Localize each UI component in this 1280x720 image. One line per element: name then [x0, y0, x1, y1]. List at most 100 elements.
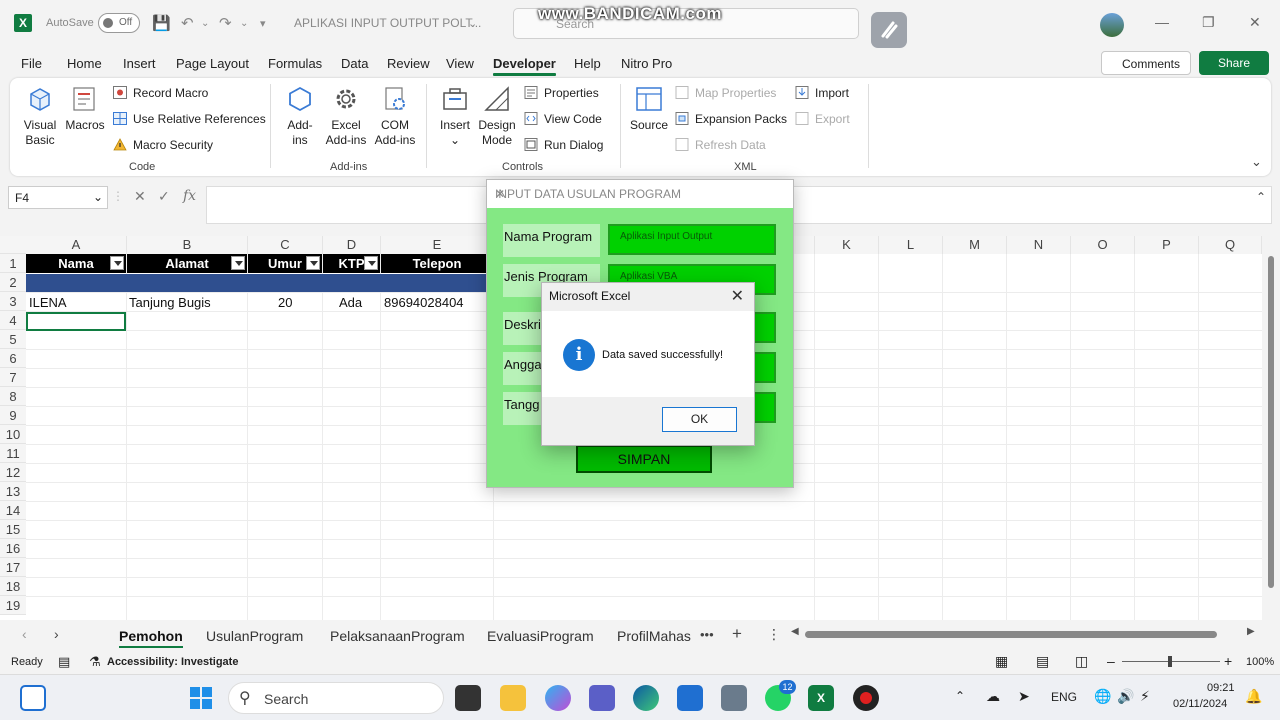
map-properties-button[interactable]: Map Properties — [675, 86, 776, 100]
filter-dropdown-icon[interactable] — [231, 256, 245, 270]
zoom-level[interactable]: 100% — [1246, 656, 1274, 668]
tab-view[interactable]: View — [446, 56, 474, 71]
accessibility-icon[interactable]: ⚗ — [89, 654, 101, 670]
volume-icon[interactable]: 🔊 — [1117, 688, 1134, 705]
row-header[interactable]: 2 — [0, 273, 26, 292]
show-hidden-icons-icon[interactable]: ⌃ — [955, 689, 965, 703]
file-explorer-icon[interactable] — [500, 685, 526, 711]
edge-browser-icon[interactable] — [633, 685, 659, 711]
microsoft-store-icon[interactable] — [677, 685, 703, 711]
ok-button[interactable]: OK — [662, 407, 737, 432]
cell-a3[interactable]: ILENA — [29, 293, 67, 312]
insert-function-icon[interactable]: fx — [183, 188, 196, 204]
close-icon[interactable]: ✕ — [1249, 14, 1261, 31]
sheet-tab-pemohon[interactable]: Pemohon — [119, 628, 183, 648]
copilot-icon[interactable] — [871, 12, 907, 48]
redo-dropdown-icon[interactable]: ⌄ — [240, 18, 248, 29]
column-header[interactable]: Q — [1199, 236, 1262, 254]
page-layout-view-icon[interactable]: ▤ — [1036, 653, 1049, 670]
insert-control-button[interactable]: Insert ⌄ — [436, 84, 474, 148]
accessibility-status[interactable]: Accessibility: Investigate — [107, 656, 238, 668]
xml-source-button[interactable]: Source — [627, 84, 671, 133]
cell-d3[interactable]: Ada — [339, 293, 362, 312]
select-all-corner[interactable] — [0, 236, 26, 254]
table-header-nama[interactable]: Nama — [26, 254, 126, 273]
macro-recording-icon[interactable]: ▤ — [58, 654, 70, 670]
cell-e3[interactable]: 89694028404 — [384, 293, 464, 312]
row-header[interactable]: 16 — [0, 539, 26, 558]
com-add-ins-button[interactable]: COM Add-ins — [372, 84, 418, 148]
language-indicator[interactable]: ENG — [1051, 690, 1077, 704]
export-button[interactable]: Export — [795, 112, 850, 126]
battery-icon[interactable]: ⚡ — [1140, 688, 1150, 705]
sheet-tab-evaluasiprogram[interactable]: EvaluasiProgram — [487, 628, 594, 644]
cloud-icon[interactable]: ☁ — [986, 688, 1000, 705]
row-header[interactable]: 6 — [0, 349, 26, 368]
calculator-icon[interactable] — [721, 685, 747, 711]
row-header[interactable]: 1 — [0, 254, 26, 273]
column-header[interactable]: B — [127, 236, 248, 254]
comments-button[interactable]: Comments — [1101, 51, 1191, 75]
column-header[interactable]: D — [323, 236, 381, 254]
use-relative-references-button[interactable]: Use Relative References — [113, 112, 266, 126]
tab-page-layout[interactable]: Page Layout — [176, 56, 249, 71]
row-header[interactable]: 3 — [0, 292, 26, 311]
add-ins-button[interactable]: Add- ins — [282, 84, 318, 148]
autosave-toggle[interactable]: Off — [98, 13, 140, 33]
row-header[interactable]: 13 — [0, 482, 26, 501]
confirm-entry-icon[interactable]: ✓ — [158, 188, 170, 205]
column-header[interactable]: P — [1135, 236, 1199, 254]
run-dialog-button[interactable]: Run Dialog — [524, 138, 603, 152]
normal-view-icon[interactable]: ▦ — [995, 653, 1008, 670]
column-header[interactable]: M — [943, 236, 1007, 254]
sheet-options-icon[interactable]: ⋮ — [767, 626, 781, 643]
globe-network-icon[interactable]: 🌐 — [1094, 688, 1111, 705]
clock-time[interactable]: 09:21 — [1207, 682, 1235, 694]
tab-home[interactable]: Home — [67, 56, 102, 71]
tab-nitro-pro[interactable]: Nitro Pro — [621, 56, 672, 71]
filter-dropdown-icon[interactable] — [364, 256, 378, 270]
record-macro-button[interactable]: Record Macro — [113, 86, 208, 100]
save-icon[interactable]: 💾 — [152, 14, 171, 32]
widgets-icon[interactable] — [20, 685, 46, 711]
cancel-entry-icon[interactable]: ✕ — [134, 188, 146, 205]
undo-icon[interactable]: ↶ — [181, 14, 194, 32]
expansion-packs-button[interactable]: Expansion Packs — [675, 112, 787, 126]
undo-dropdown-icon[interactable]: ⌄ — [201, 18, 209, 29]
row-header[interactable]: 14 — [0, 501, 26, 520]
add-sheet-icon[interactable]: + — [732, 624, 742, 644]
teams-icon[interactable] — [589, 685, 615, 711]
name-box-dropdown-icon[interactable]: ⌄ — [93, 190, 103, 204]
row-header[interactable]: 19 — [0, 596, 26, 615]
column-header[interactable]: N — [1007, 236, 1071, 254]
message-box-close-icon[interactable]: ✕ — [731, 286, 744, 306]
title-chevron-icon[interactable]: ⌄ — [468, 17, 477, 30]
sheet-tab-usulanprogram[interactable]: UsulanProgram — [206, 628, 303, 644]
column-header[interactable]: C — [248, 236, 323, 254]
userform-titlebar[interactable]: INPUT DATA USULAN PROGRAM ✕ — [487, 180, 793, 208]
tab-formulas[interactable]: Formulas — [268, 56, 322, 71]
sheet-tab-profilmahas[interactable]: ProfilMahas — [617, 628, 691, 644]
row-header[interactable]: 9 — [0, 406, 26, 425]
excel-taskbar-icon[interactable]: X — [808, 685, 834, 711]
document-title[interactable]: APLIKASI INPUT OUTPUT POLT... — [294, 16, 481, 30]
zoom-slider-thumb[interactable] — [1168, 656, 1172, 667]
row-header[interactable]: 7 — [0, 368, 26, 387]
column-header[interactable]: A — [26, 236, 127, 254]
tab-insert[interactable]: Insert — [123, 56, 156, 71]
table-header-ktp[interactable]: KTP — [323, 254, 380, 273]
column-header[interactable]: E — [381, 236, 494, 254]
view-code-button[interactable]: View Code — [524, 112, 602, 126]
row-header[interactable]: 12 — [0, 463, 26, 482]
properties-button[interactable]: Properties — [524, 86, 599, 100]
table-header-alamat[interactable]: Alamat — [127, 254, 247, 273]
copilot-taskbar-icon[interactable] — [545, 685, 571, 711]
task-view-icon[interactable] — [455, 685, 481, 711]
bandicam-record-icon[interactable] — [853, 685, 879, 711]
cell-c3[interactable]: 20 — [278, 293, 292, 312]
prev-sheet-icon[interactable]: ‹ — [22, 626, 27, 642]
userform-close-icon[interactable]: ✕ — [495, 187, 783, 201]
notification-bell-icon[interactable]: 🔔 — [1245, 688, 1262, 705]
refresh-data-button[interactable]: Refresh Data — [675, 138, 766, 152]
collapse-ribbon-icon[interactable]: ⌄ — [1251, 154, 1262, 170]
